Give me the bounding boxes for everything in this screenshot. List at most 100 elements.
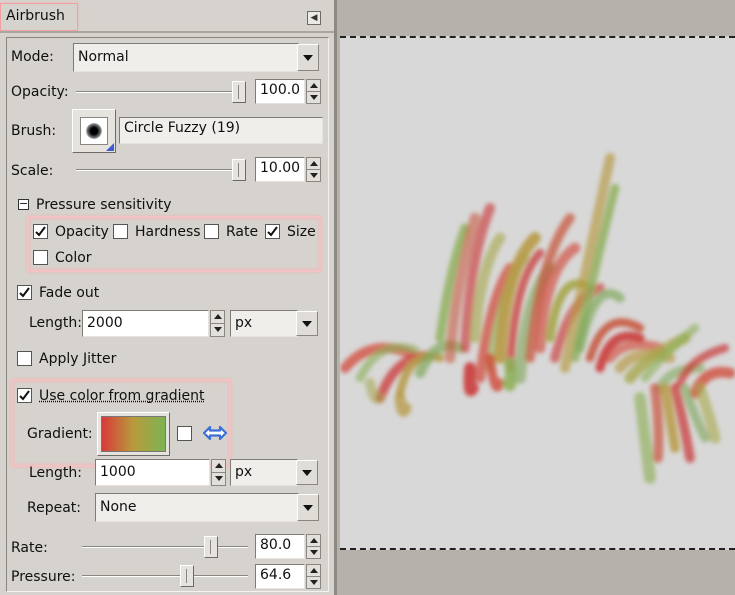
use-gradient-checkbox[interactable] xyxy=(17,388,32,403)
gradient-length-label: Length: xyxy=(29,465,83,481)
checkmark-icon xyxy=(19,287,30,298)
swap-arrows-icon[interactable] xyxy=(202,422,228,444)
scale-label: Scale: xyxy=(11,163,54,179)
airbrush-strokes xyxy=(340,152,735,484)
apply-jitter-checkbox[interactable] xyxy=(17,351,32,366)
scale-value: 10.00 xyxy=(260,160,301,176)
reverse-gradient-checkbox[interactable] xyxy=(177,426,192,441)
opacity-label: Opacity: xyxy=(11,84,69,100)
spin-down-icon xyxy=(309,549,318,555)
rate-pressure-checkbox[interactable] xyxy=(204,224,219,239)
brush-stroke xyxy=(634,392,656,484)
brush-stroke xyxy=(394,392,412,417)
pressure-value: 64.6 xyxy=(260,567,292,583)
rate-input[interactable]: 80.0 xyxy=(255,534,305,559)
fade-out-checkbox[interactable] xyxy=(17,285,32,300)
spin-up-icon xyxy=(309,82,318,88)
spin-down-icon xyxy=(309,579,318,585)
spin-up-icon xyxy=(214,463,223,469)
chevron-down-icon xyxy=(302,320,312,327)
brush-preview-icon xyxy=(80,117,108,145)
collapse-minus-icon[interactable]: − xyxy=(18,198,29,210)
pressure-slider-track[interactable] xyxy=(82,575,248,577)
brush-stroke xyxy=(502,357,517,392)
opacity-pressure-label: Opacity xyxy=(55,224,109,240)
size-pressure-checkbox[interactable] xyxy=(265,224,280,239)
gradient-unit-dropdown-button[interactable] xyxy=(296,460,318,485)
repeat-label: Repeat: xyxy=(27,500,81,516)
opacity-slider-thumb[interactable] xyxy=(232,81,246,103)
checkmark-icon xyxy=(35,226,46,237)
image-canvas[interactable] xyxy=(340,36,735,550)
scale-spinner[interactable] xyxy=(306,157,321,182)
color-pressure-label: Color xyxy=(55,250,92,266)
spin-down-icon xyxy=(214,476,223,482)
spin-down-icon xyxy=(213,327,222,333)
scale-input[interactable]: 10.00 xyxy=(255,157,305,182)
checkmark-icon xyxy=(267,226,278,237)
opacity-pressure-checkbox[interactable] xyxy=(33,224,48,239)
tab-label: Airbrush xyxy=(6,8,65,24)
chevron-down-icon xyxy=(303,54,313,61)
apply-jitter-label: Apply Jitter xyxy=(39,351,117,367)
fade-unit-select[interactable]: px xyxy=(230,310,298,337)
gradient-length-spinner[interactable] xyxy=(211,459,226,486)
gradient-length-value: 1000 xyxy=(100,464,136,480)
rate-value: 80.0 xyxy=(260,537,292,553)
rate-pressure-label: Rate xyxy=(226,224,259,240)
fade-out-label: Fade out xyxy=(39,285,100,301)
mode-dropdown-button[interactable] xyxy=(297,44,319,71)
gradient-picker-button[interactable] xyxy=(97,412,170,456)
fade-unit-value: px xyxy=(235,315,253,331)
pressure-label: Pressure: xyxy=(11,569,76,585)
repeat-dropdown-button[interactable] xyxy=(297,494,319,521)
pressure-sensitivity-label: Pressure sensitivity xyxy=(36,197,172,213)
spin-down-icon xyxy=(309,94,318,100)
mode-label: Mode: xyxy=(11,49,54,65)
opacity-slider-track[interactable] xyxy=(76,91,246,93)
pressure-input[interactable]: 64.6 xyxy=(255,564,305,589)
opacity-value: 100.0 xyxy=(260,82,301,98)
gradient-preview xyxy=(101,416,166,452)
chevron-down-icon xyxy=(302,469,312,476)
brush-name: Circle Fuzzy (19) xyxy=(124,120,241,136)
brush-stroke xyxy=(463,362,479,397)
opacity-spinner[interactable] xyxy=(306,79,321,104)
fade-unit-dropdown-button[interactable] xyxy=(296,311,318,336)
gradient-unit-select[interactable]: px xyxy=(230,459,298,486)
fade-length-input[interactable]: 2000 xyxy=(82,310,209,337)
rate-spinner[interactable] xyxy=(306,534,321,559)
color-pressure-checkbox[interactable] xyxy=(33,250,48,265)
mode-value: Normal xyxy=(78,49,129,65)
rate-slider-track[interactable] xyxy=(82,546,248,548)
pressure-slider-thumb[interactable] xyxy=(180,565,195,587)
brush-name-field: Circle Fuzzy (19) xyxy=(119,117,323,144)
scale-slider-thumb[interactable] xyxy=(232,159,246,181)
opacity-input[interactable]: 100.0 xyxy=(255,79,305,104)
scale-slider-track[interactable] xyxy=(76,169,246,171)
fade-length-label: Length: xyxy=(29,315,83,331)
hardness-pressure-checkbox[interactable] xyxy=(113,224,128,239)
airbrush-tab[interactable]: Airbrush xyxy=(0,3,78,31)
rate-label: Rate: xyxy=(11,540,48,556)
hardness-pressure-label: Hardness xyxy=(135,224,201,240)
tab-menu-icon[interactable]: ◀ xyxy=(307,11,321,25)
brush-stroke xyxy=(650,383,664,463)
repeat-value: None xyxy=(100,499,137,515)
mode-select[interactable]: Normal xyxy=(73,43,299,72)
checkmark-icon xyxy=(19,390,30,401)
repeat-select[interactable]: None xyxy=(95,493,299,522)
picker-corner-icon xyxy=(106,143,114,151)
spin-down-icon xyxy=(309,172,318,178)
brush-picker-button[interactable] xyxy=(72,109,116,153)
gradient-label: Gradient: xyxy=(27,426,93,442)
rate-slider-thumb[interactable] xyxy=(203,536,218,558)
spin-up-icon xyxy=(309,160,318,166)
fade-length-value: 2000 xyxy=(87,315,123,331)
pressure-spinner[interactable] xyxy=(306,564,321,589)
tool-options-panel: Airbrush ◀ Mode: Normal Opacity: 100.0 B… xyxy=(0,0,334,595)
gradient-length-input[interactable]: 1000 xyxy=(95,459,210,486)
brush-label: Brush: xyxy=(11,123,57,139)
use-gradient-label: Use color from gradient xyxy=(39,388,205,404)
fade-length-spinner[interactable] xyxy=(210,310,225,337)
